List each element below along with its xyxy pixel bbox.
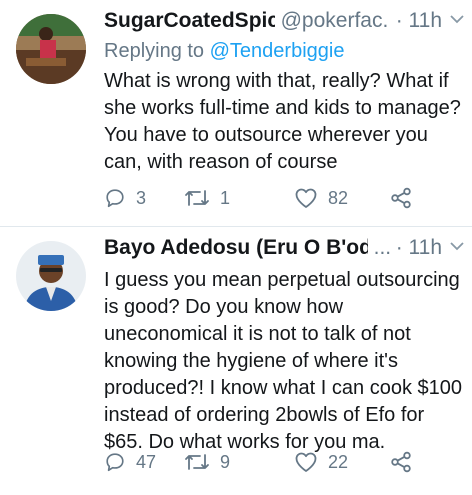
- retweet-button[interactable]: 9: [184, 451, 294, 473]
- handle[interactable]: ...: [374, 233, 390, 263]
- like-button[interactable]: 82: [294, 187, 390, 209]
- display-name[interactable]: SugarCoatedSpice: [104, 6, 275, 36]
- tweet-text: What is wrong with that, really? What if…: [104, 70, 461, 173]
- retweet-count: 9: [220, 451, 231, 472]
- tweet-header: SugarCoatedSpice @pokerfac... · 11h: [104, 6, 464, 37]
- display-name[interactable]: Bayo Adedosu (Eru O B'odo): [104, 233, 368, 263]
- avatar[interactable]: [16, 241, 86, 311]
- reply-button[interactable]: 47: [104, 451, 184, 473]
- timestamp[interactable]: · 11h: [396, 6, 442, 36]
- share-icon: [391, 187, 411, 209]
- retweet-button[interactable]: 1: [184, 187, 294, 209]
- reply-count: 47: [136, 451, 157, 472]
- share-button[interactable]: [390, 451, 412, 473]
- like-icon: [295, 452, 317, 472]
- tweet-text: I guess you mean perpetual outsourcing i…: [104, 269, 463, 453]
- tweet-header: Bayo Adedosu (Eru O B'odo) ... · 11h: [104, 233, 464, 264]
- tweet-actions: 47 9 22: [104, 451, 412, 473]
- tweet-content: Bayo Adedosu (Eru O B'odo) ... · 11h I g…: [104, 233, 464, 456]
- tweet[interactable]: SugarCoatedSpice @pokerfac... · 11h Repl…: [0, 0, 472, 227]
- retweet-icon: [185, 190, 209, 206]
- reply-count: 3: [136, 187, 147, 208]
- avatar[interactable]: [16, 14, 86, 84]
- like-button[interactable]: 22: [294, 451, 390, 473]
- replying-to: Replying to @Tenderbiggie: [104, 37, 464, 65]
- mention-link[interactable]: @Tenderbiggie: [210, 40, 345, 62]
- like-count: 22: [328, 451, 349, 472]
- share-button[interactable]: [390, 187, 412, 209]
- reply-icon: [106, 453, 124, 472]
- timestamp[interactable]: · 11h: [396, 233, 442, 263]
- retweet-icon: [185, 454, 209, 470]
- tweet[interactable]: Bayo Adedosu (Eru O B'odo) ... · 11h I g…: [0, 227, 472, 495]
- reply-button[interactable]: 3: [104, 187, 184, 209]
- chevron-down-icon[interactable]: [450, 4, 464, 34]
- chevron-down-icon[interactable]: [450, 231, 464, 261]
- like-count: 82: [328, 187, 349, 208]
- share-icon: [391, 451, 411, 473]
- replying-to-label: Replying to: [104, 40, 205, 62]
- handle[interactable]: @pokerfac...: [281, 6, 390, 36]
- retweet-count: 1: [220, 187, 231, 208]
- like-icon: [295, 188, 317, 208]
- tweet-content: SugarCoatedSpice @pokerfac... · 11h Repl…: [104, 6, 464, 176]
- tweet-actions: 3 1 82: [104, 187, 412, 209]
- reply-icon: [106, 189, 124, 208]
